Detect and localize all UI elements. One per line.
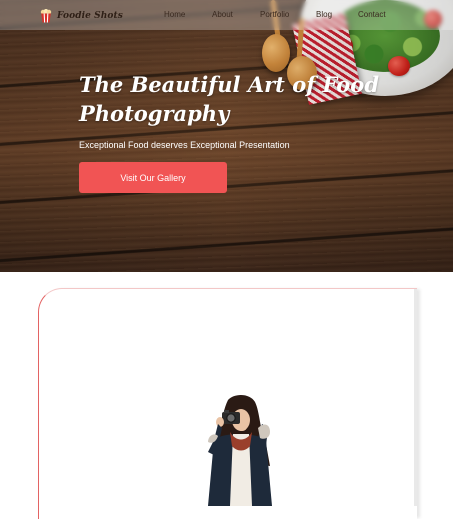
photographer-image xyxy=(208,394,272,506)
navbar: Foodie Shots Home About Portfolio Blog C… xyxy=(0,0,453,30)
nav-link-home[interactable]: Home xyxy=(164,10,185,19)
main-nav: Home About Portfolio Blog Contact xyxy=(0,10,453,22)
hero-section: The Beautiful Art of Food Photography Ex… xyxy=(0,0,453,272)
nav-link-contact[interactable]: Contact xyxy=(358,10,386,19)
nav-link-about[interactable]: About xyxy=(212,10,233,19)
visit-gallery-button[interactable]: Visit Our Gallery xyxy=(79,162,227,193)
hero-subtitle: Exceptional Food deserves Exceptional Pr… xyxy=(79,140,290,150)
nav-link-blog[interactable]: Blog xyxy=(316,10,332,19)
hero-title: The Beautiful Art of Food Photography xyxy=(79,72,379,126)
nav-link-portfolio[interactable]: Portfolio xyxy=(260,10,289,19)
wooden-spoon-image xyxy=(262,34,290,72)
card-edge xyxy=(414,289,417,506)
